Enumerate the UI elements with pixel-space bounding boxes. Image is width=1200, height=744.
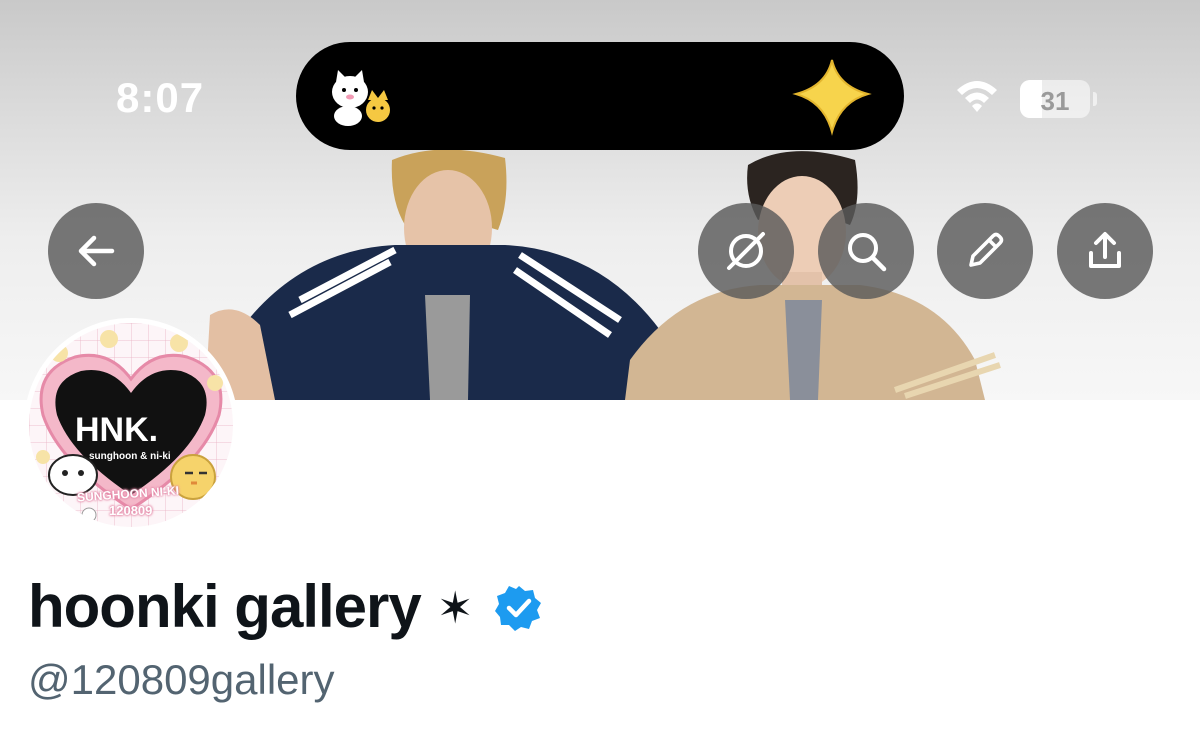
user-handle: @120809gallery — [28, 656, 335, 703]
name-symbol: ✶ — [436, 582, 474, 634]
avatar-image: HNK. sunghoon & ni-ki SUNGHOON NI-KI 120… — [29, 323, 233, 527]
pencil-icon — [969, 232, 1004, 267]
battery-nub — [1093, 92, 1097, 106]
avatar-subtitle: sunghoon & ni-ki — [89, 451, 171, 462]
avatar-title: HNK. — [75, 411, 159, 449]
unmute-icon — [727, 232, 765, 270]
search-icon — [848, 233, 887, 272]
battery-label: 31 — [1040, 86, 1070, 116]
edit-button[interactable] — [937, 203, 1033, 299]
share-button[interactable] — [1057, 203, 1153, 299]
display-name: hoonki gallery — [28, 572, 422, 640]
avatar-date: 120809 — [109, 503, 153, 518]
unmute-button[interactable] — [698, 203, 794, 299]
search-button[interactable] — [818, 203, 914, 299]
back-button[interactable] — [48, 203, 144, 299]
display-name-row: hoonki gallery ✶ — [28, 570, 544, 642]
wifi-icon — [957, 81, 997, 112]
arrow-left-icon — [78, 235, 115, 267]
verified-badge-icon[interactable] — [494, 583, 544, 633]
battery-indicator: 31 — [1020, 80, 1090, 118]
status-time: 8:07 — [116, 74, 205, 121]
sparkle-sticker-icon — [792, 59, 872, 136]
cat-sticker-icon — [332, 70, 390, 126]
profile-avatar[interactable]: HNK. sunghoon & ni-ki SUNGHOON NI-KI 120… — [24, 318, 238, 532]
dynamic-island[interactable] — [296, 42, 904, 150]
share-icon — [1089, 232, 1121, 268]
